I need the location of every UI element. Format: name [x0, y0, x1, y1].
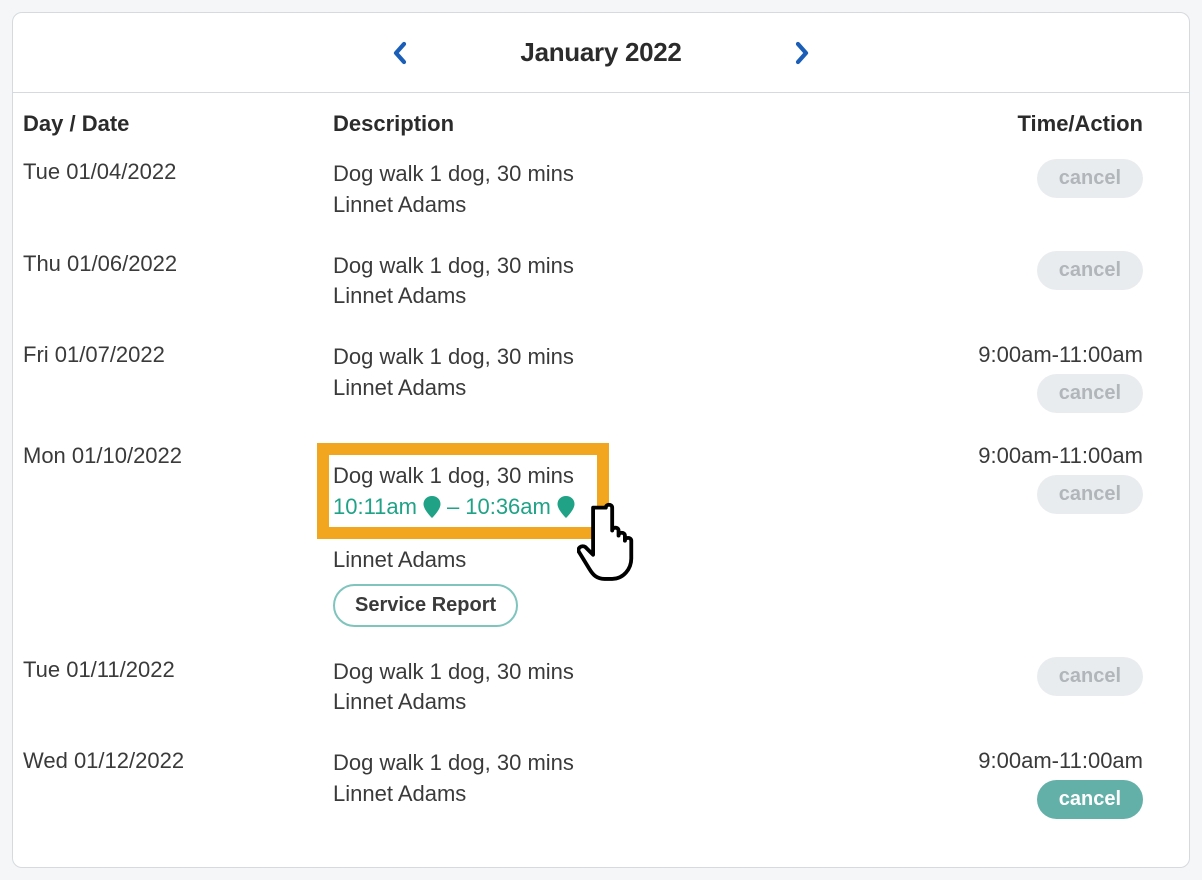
- action-cell: cancel: [929, 657, 1179, 696]
- action-cell: 9:00am-11:00am cancel: [929, 748, 1179, 819]
- provider-name: Linnet Adams: [333, 190, 929, 221]
- date-cell: Tue 01/11/2022: [23, 657, 333, 683]
- prev-month-button[interactable]: [390, 41, 410, 65]
- provider-name: Linnet Adams: [333, 373, 929, 404]
- location-pin-icon: [423, 496, 441, 518]
- month-title: January 2022: [520, 37, 681, 68]
- schedule-row: Tue 01/04/2022Dog walk 1 dog, 30 minsLin…: [23, 147, 1179, 239]
- description-cell: Dog walk 1 dog, 30 minsLinnet Adams: [333, 748, 929, 810]
- col-description: Description: [333, 111, 929, 137]
- service-description: Dog walk 1 dog, 30 mins: [333, 748, 929, 779]
- month-header: January 2022: [13, 13, 1189, 93]
- provider-name: Linnet Adams: [333, 687, 929, 718]
- time-range: 9:00am-11:00am: [978, 748, 1143, 774]
- date-cell: Mon 01/10/2022: [23, 443, 333, 469]
- check-in-time: 10:11am: [333, 492, 417, 523]
- schedule-row: Tue 01/11/2022Dog walk 1 dog, 30 minsLin…: [23, 645, 1179, 737]
- time-range: 9:00am-11:00am: [978, 443, 1143, 469]
- highlighted-service[interactable]: Dog walk 1 dog, 30 mins10:11am–10:36am: [317, 443, 609, 539]
- description-cell: Dog walk 1 dog, 30 mins10:11am–10:36am Li…: [333, 443, 929, 626]
- col-time-action: Time/Action: [929, 111, 1179, 137]
- time-separator: –: [447, 492, 459, 523]
- description-cell: Dog walk 1 dog, 30 minsLinnet Adams: [333, 657, 929, 719]
- action-cell: 9:00am-11:00am cancel: [929, 443, 1179, 514]
- service-report-button[interactable]: Service Report: [333, 584, 518, 627]
- service-description: Dog walk 1 dog, 30 mins: [333, 461, 575, 492]
- next-month-button[interactable]: [792, 41, 812, 65]
- date-cell: Tue 01/04/2022: [23, 159, 333, 185]
- time-range: 9:00am-11:00am: [978, 342, 1143, 368]
- schedule-row: Mon 01/10/2022Dog walk 1 dog, 30 mins10:…: [23, 431, 1179, 644]
- service-description: Dog walk 1 dog, 30 mins: [333, 159, 929, 190]
- service-description: Dog walk 1 dog, 30 mins: [333, 342, 929, 373]
- date-cell: Wed 01/12/2022: [23, 748, 333, 774]
- description-cell: Dog walk 1 dog, 30 minsLinnet Adams: [333, 251, 929, 313]
- cancel-button[interactable]: cancel: [1037, 475, 1143, 514]
- column-headers: Day / Date Description Time/Action: [13, 93, 1189, 147]
- cancel-button[interactable]: cancel: [1037, 251, 1143, 290]
- schedule-row: Thu 01/06/2022Dog walk 1 dog, 30 minsLin…: [23, 239, 1179, 331]
- cancel-button[interactable]: cancel: [1037, 159, 1143, 198]
- cancel-button[interactable]: cancel: [1037, 657, 1143, 696]
- description-cell: Dog walk 1 dog, 30 minsLinnet Adams: [333, 342, 929, 404]
- provider-name: Linnet Adams: [333, 779, 929, 810]
- provider-name: Linnet Adams: [333, 545, 929, 576]
- action-cell: cancel: [929, 159, 1179, 198]
- col-day-date: Day / Date: [23, 111, 333, 137]
- schedule-row: Wed 01/12/2022Dog walk 1 dog, 30 minsLin…: [23, 736, 1179, 837]
- schedule-row: Fri 01/07/2022Dog walk 1 dog, 30 minsLin…: [23, 330, 1179, 431]
- cancel-button[interactable]: cancel: [1037, 374, 1143, 413]
- date-cell: Fri 01/07/2022: [23, 342, 333, 368]
- location-pin-icon: [557, 496, 575, 518]
- check-in-out-time: 10:11am–10:36am: [333, 492, 575, 523]
- schedule-rows: Tue 01/04/2022Dog walk 1 dog, 30 minsLin…: [13, 147, 1189, 867]
- service-description: Dog walk 1 dog, 30 mins: [333, 251, 929, 282]
- action-cell: cancel: [929, 251, 1179, 290]
- date-cell: Thu 01/06/2022: [23, 251, 333, 277]
- cancel-button[interactable]: cancel: [1037, 780, 1143, 819]
- schedule-panel: January 2022 Day / Date Description Time…: [12, 12, 1190, 868]
- provider-name: Linnet Adams: [333, 281, 929, 312]
- action-cell: 9:00am-11:00am cancel: [929, 342, 1179, 413]
- service-description: Dog walk 1 dog, 30 mins: [333, 657, 929, 688]
- description-cell: Dog walk 1 dog, 30 minsLinnet Adams: [333, 159, 929, 221]
- check-out-time: 10:36am: [465, 492, 551, 523]
